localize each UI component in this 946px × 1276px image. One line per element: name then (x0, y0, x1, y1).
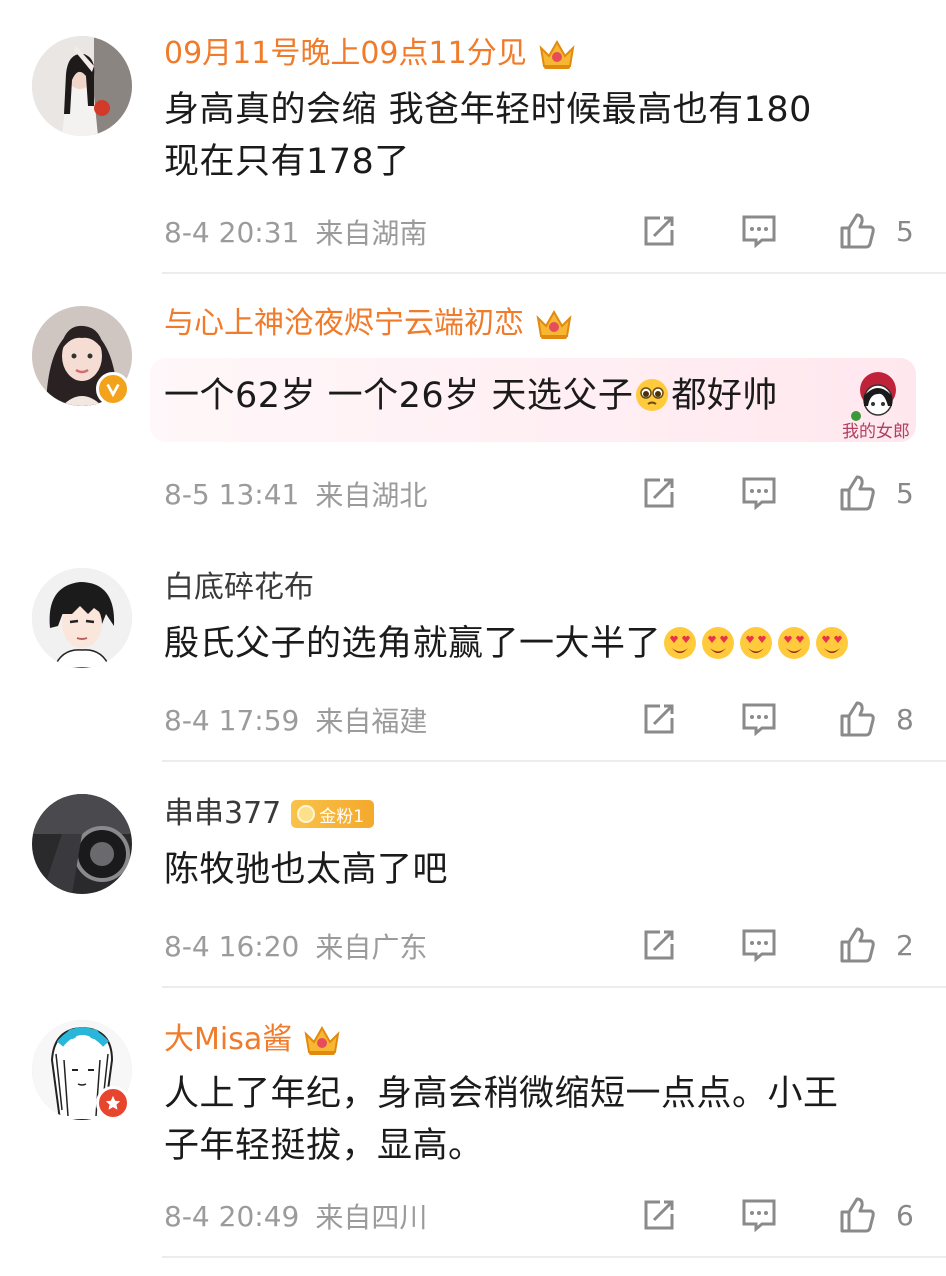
comment-bubble-wrap: 我的女郎 一个62岁 一个26岁 天选父子 都好帅 (0, 358, 946, 446)
divider (162, 272, 946, 274)
avatar[interactable] (32, 794, 132, 894)
comment-meta: 8-4 17:59 来自福建 (164, 700, 427, 740)
comment-text-line: 身高真的会缩 我爸年轻时候最高也有180 (164, 90, 812, 130)
like-count: 5 (896, 215, 914, 248)
like-count: 2 (896, 929, 914, 962)
share-icon[interactable] (640, 1196, 680, 1236)
comment-text-line: 子年轻挺拔，显高。 (164, 1126, 484, 1166)
divider (162, 1256, 946, 1258)
action-bar: 5 (640, 474, 930, 514)
share-icon[interactable] (640, 926, 680, 966)
heart-eyes-emoji-icon (740, 627, 773, 659)
heart-eyes-emoji-group (661, 624, 851, 664)
fan-badge-icon (297, 805, 316, 823)
reply-icon[interactable] (740, 700, 780, 740)
name-row: 09月11号晚上09点11分见 (164, 32, 577, 76)
comment-text: 身高真的会缩 我爸年轻时候最高也有180 现在只有178了 (164, 84, 924, 188)
comment-meta: 8-5 13:41 来自湖北 (164, 474, 427, 514)
username[interactable]: 串串377 (164, 794, 281, 834)
comment-text: 殷氏父子的选角就赢了一大半了 (164, 618, 924, 670)
avatar-image (32, 36, 132, 136)
comment-text: 人上了年纪，身高会稍微缩短一点点。小王 子年轻挺拔，显高。 (164, 1068, 924, 1172)
heart-eyes-emoji-icon (702, 627, 735, 659)
timestamp: 8-4 20:31 (164, 215, 300, 249)
comment-text-body: 陈牧驰也太高了吧 (164, 850, 449, 890)
like-icon[interactable] (838, 474, 878, 514)
comment-text-part: 都好帅 (671, 376, 778, 416)
comment-meta: 8-4 16:20 来自广东 (164, 926, 427, 966)
action-bar: 6 (640, 1196, 930, 1236)
heart-eyes-emoji-icon (664, 627, 697, 659)
comment-meta: 8-4 20:31 来自湖南 (164, 212, 427, 252)
star-icon (105, 1095, 121, 1110)
avatar-image (32, 794, 132, 894)
reply-icon[interactable] (740, 474, 780, 514)
member-badge (96, 1086, 130, 1120)
divider (162, 760, 946, 762)
username[interactable]: 09月11号晚上09点11分见 (164, 34, 527, 74)
like-icon[interactable] (838, 926, 878, 966)
name-row: 串串377 金粉1 (164, 792, 375, 836)
avatar-image (32, 568, 132, 668)
timestamp: 8-4 16:20 (164, 929, 300, 963)
divider (162, 986, 946, 988)
crown-icon (536, 309, 572, 339)
timestamp: 8-4 17:59 (164, 703, 300, 737)
comment-feed: 09月11号晚上09点11分见 身高真的会缩 我爸年轻时候最高也有180 现在只… (0, 0, 946, 1276)
like-count: 5 (896, 477, 914, 510)
timestamp: 8-4 20:49 (164, 1199, 300, 1233)
crown-icon (304, 1025, 340, 1055)
comment-text-line: 人上了年纪，身高会稍微缩短一点点。小王 (164, 1074, 839, 1114)
like-icon[interactable] (838, 1196, 878, 1236)
share-icon[interactable] (640, 212, 680, 252)
like-icon[interactable] (838, 212, 878, 252)
like-count: 8 (896, 703, 914, 736)
comment-meta: 8-4 20:49 来自四川 (164, 1196, 427, 1236)
avatar[interactable] (32, 568, 132, 668)
like-count: 6 (896, 1199, 914, 1232)
heart-eyes-emoji-icon (816, 627, 849, 659)
username[interactable]: 大Misa酱 (164, 1020, 292, 1060)
action-bar: 2 (640, 926, 930, 966)
like-icon[interactable] (838, 700, 878, 740)
avatar[interactable] (32, 36, 132, 136)
reply-icon[interactable] (740, 212, 780, 252)
name-row: 白底碎花布 (164, 566, 314, 610)
heart-eyes-emoji-icon (778, 627, 811, 659)
comment-text: 一个62岁 一个26岁 天选父子 都好帅 (164, 370, 864, 422)
location: 来自湖南 (315, 217, 428, 250)
comment-text-body: 殷氏父子的选角就赢了一大半了 (164, 624, 662, 664)
comment-text-line: 现在只有178了 (164, 142, 410, 182)
location: 来自湖北 (315, 479, 428, 512)
comment-text: 陈牧驰也太高了吧 (164, 844, 924, 896)
location: 来自福建 (315, 705, 428, 738)
fan-level-badge: 金粉1 (291, 800, 375, 828)
timestamp: 8-5 13:41 (164, 477, 300, 511)
action-bar: 8 (640, 700, 930, 740)
name-row: 与心上神沧夜烬宁云端初恋 (164, 302, 574, 346)
reply-icon[interactable] (740, 1196, 780, 1236)
share-icon[interactable] (640, 474, 680, 514)
location: 来自四川 (315, 1201, 428, 1234)
location: 来自广东 (315, 931, 428, 964)
pleading-face-emoji-icon (636, 379, 669, 411)
fan-badge-label: 金粉1 (319, 806, 365, 827)
name-row: 大Misa酱 (164, 1018, 342, 1062)
share-icon[interactable] (640, 700, 680, 740)
action-bar: 5 (640, 212, 930, 252)
reply-icon[interactable] (740, 926, 780, 966)
comment-text-part: 一个62岁 一个26岁 天选父子 (164, 376, 634, 416)
username[interactable]: 白底碎花布 (164, 568, 314, 608)
username[interactable]: 与心上神沧夜烬宁云端初恋 (164, 304, 524, 344)
crown-icon (539, 39, 575, 69)
